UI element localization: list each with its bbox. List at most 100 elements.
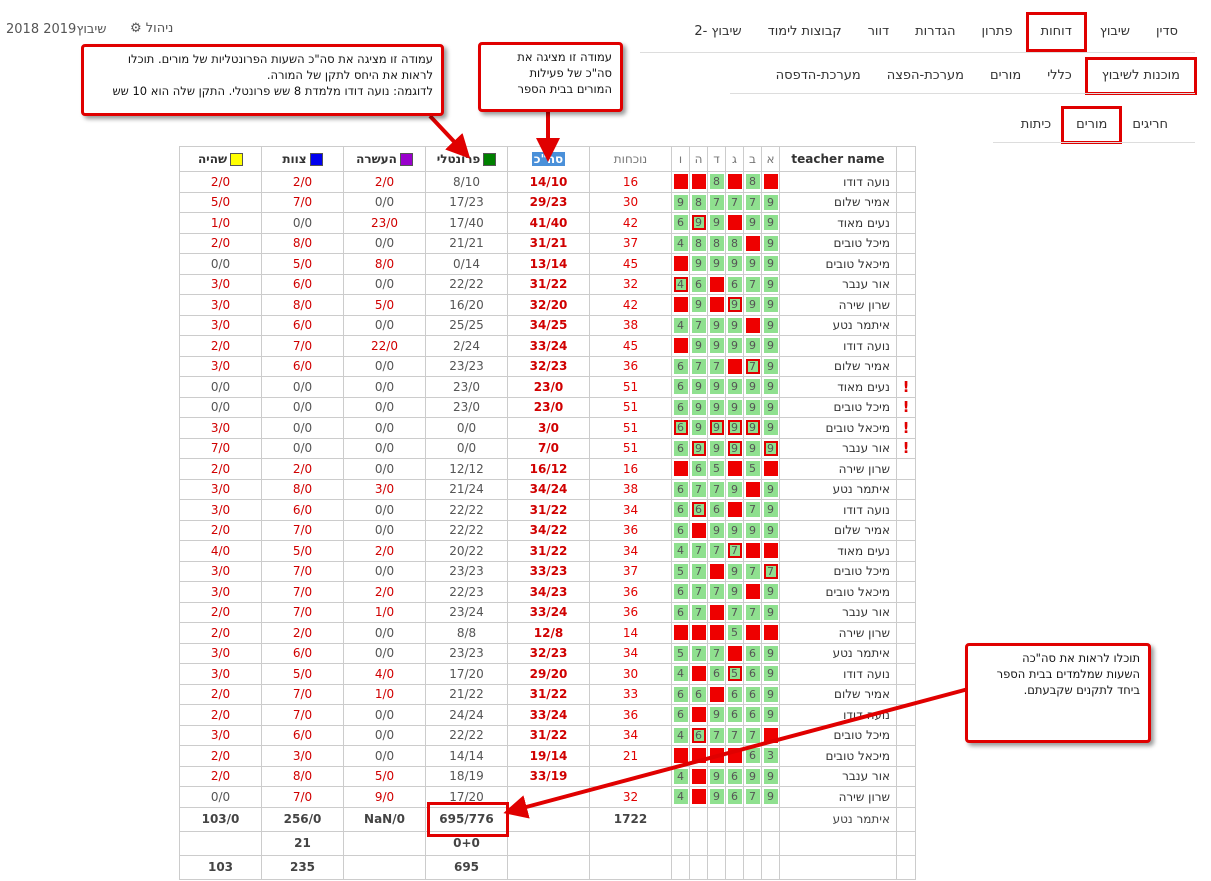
day-slot[interactable]: 7 [709, 543, 724, 559]
teacher-name[interactable]: איתמר נטע [779, 478, 897, 500]
day-cell[interactable]: 9 [761, 437, 780, 459]
day-slot[interactable]: 7 [745, 563, 760, 579]
day-cell[interactable]: 9 [725, 396, 744, 418]
day-cell[interactable]: 4 [671, 232, 690, 254]
table-row[interactable]: שרון שירה 9 9 9 9 42 32/20 16/20 5/0 8/0 3/0 [179, 294, 916, 316]
day-cell[interactable]: 9 [761, 355, 780, 377]
day-slot[interactable]: 7 [709, 358, 724, 374]
tab-distribution[interactable]: מערכת-הפצה [874, 58, 977, 94]
day-slot[interactable] [691, 748, 706, 764]
day-cell[interactable]: 9 [761, 212, 780, 234]
day-slot[interactable]: 9 [745, 768, 760, 784]
day-cell[interactable]: 9 [743, 437, 762, 459]
day-cell[interactable]: 9 [761, 581, 780, 603]
day-cell[interactable]: 9 [761, 335, 780, 357]
nav-solution[interactable]: פתרון [969, 12, 1026, 52]
day-slot[interactable]: 9 [745, 379, 760, 395]
day-slot[interactable]: 9 [763, 399, 778, 415]
day-cell[interactable]: 9 [761, 478, 780, 500]
day-slot[interactable]: 7 [691, 604, 706, 620]
day-slot[interactable]: 6 [709, 502, 724, 518]
table-row[interactable]: אמיר שלום 9 9 9 9 6 36 34/22 22/22 0/0 7/0 2/0 [179, 519, 916, 541]
day-cell[interactable]: 6 [725, 683, 744, 705]
day-cell[interactable]: 4 [671, 314, 690, 336]
day-slot[interactable]: 9 [763, 379, 778, 395]
day-slot[interactable] [673, 256, 688, 272]
day-slot[interactable]: 6 [673, 481, 688, 497]
day-slot[interactable]: 7 [727, 543, 742, 559]
nav-shibutz[interactable]: שיבוץ [1087, 12, 1143, 52]
day-cell[interactable] [761, 171, 780, 193]
day-cell[interactable]: 9 [761, 765, 780, 787]
day-slot[interactable]: 9 [745, 338, 760, 354]
teacher-name[interactable]: מיכאל טובים [779, 581, 897, 603]
day-cell[interactable]: 9 [689, 335, 708, 357]
day-slot[interactable]: 9 [727, 584, 742, 600]
day-slot[interactable]: 9 [727, 399, 742, 415]
tab-general[interactable]: כללי [1034, 58, 1085, 94]
day-cell[interactable]: 9 [707, 704, 726, 726]
day-cell[interactable]: 7 [743, 355, 762, 377]
admin-link[interactable]: ⚙ ניהול [130, 21, 173, 36]
day-cell[interactable]: 9 [725, 581, 744, 603]
day-slot[interactable]: 9 [691, 297, 706, 313]
day-slot[interactable] [709, 686, 724, 702]
day-slot[interactable]: 3 [763, 748, 778, 764]
day-slot[interactable]: 9 [745, 440, 760, 456]
day-slot[interactable]: 4 [673, 276, 688, 292]
day-cell[interactable]: 9 [689, 437, 708, 459]
day-slot[interactable]: 9 [709, 420, 724, 436]
day-slot[interactable]: 5 [673, 563, 688, 579]
enrichment-header[interactable]: העשרה [343, 146, 426, 172]
day-slot[interactable]: 6 [673, 215, 688, 231]
day-slot[interactable]: 9 [727, 420, 742, 436]
day-slot[interactable] [691, 666, 706, 682]
day-slot[interactable]: 6 [691, 727, 706, 743]
day-cell[interactable] [689, 745, 708, 767]
day-cell[interactable] [707, 622, 726, 644]
day-cell[interactable] [725, 212, 744, 234]
day-slot[interactable] [709, 297, 724, 313]
day-slot[interactable]: 7 [709, 727, 724, 743]
day-cell[interactable]: 6 [725, 765, 744, 787]
day-cell[interactable]: 9 [761, 294, 780, 316]
nav-shibutz-2[interactable]: שיבוץ -2 [681, 12, 754, 52]
day-slot[interactable]: 7 [763, 563, 778, 579]
day-cell[interactable]: 9 [761, 232, 780, 254]
day-cell[interactable]: 9 [689, 376, 708, 398]
table-row[interactable]: מיכאל טובים 3 6 21 19/14 14/14 0/0 3/0 2/0 [179, 745, 916, 767]
day-slot[interactable] [673, 297, 688, 313]
day-slot[interactable] [727, 502, 742, 518]
nav-settings[interactable]: הגדרות [902, 12, 968, 52]
day-slot[interactable]: 9 [745, 420, 760, 436]
day-slot[interactable] [727, 215, 742, 231]
day-slot[interactable]: 6 [727, 789, 742, 805]
day-cell[interactable]: 7 [689, 478, 708, 500]
day-slot[interactable]: 7 [709, 194, 724, 210]
day-slot[interactable]: 5 [745, 461, 760, 477]
day-cell[interactable]: 7 [689, 314, 708, 336]
day-slot[interactable]: 4 [673, 317, 688, 333]
day-slot[interactable]: 9 [727, 317, 742, 333]
day-cell[interactable]: 9 [689, 417, 708, 439]
day-slot[interactable]: 6 [727, 686, 742, 702]
day-cell[interactable]: 7 [743, 499, 762, 521]
day-cell[interactable]: 7 [707, 540, 726, 562]
day-cell[interactable]: 9 [707, 519, 726, 541]
day-slot[interactable]: 9 [727, 297, 742, 313]
table-row[interactable]: איתמר נטע 9 9 9 7 4 38 34/25 25/25 0/0 6/0 3/0 [179, 314, 916, 336]
day-slot[interactable]: 6 [673, 604, 688, 620]
day-cell[interactable]: 6 [671, 683, 690, 705]
day-cell[interactable]: 4 [671, 724, 690, 746]
day-cell[interactable]: 9 [761, 786, 780, 808]
day-cell[interactable]: 9 [707, 396, 726, 418]
day-cell[interactable]: 9 [725, 314, 744, 336]
day-slot[interactable]: 6 [673, 707, 688, 723]
day-slot[interactable]: 6 [673, 686, 688, 702]
day-cell[interactable]: 6 [671, 437, 690, 459]
day-slot[interactable]: 4 [673, 768, 688, 784]
day-slot[interactable] [673, 625, 688, 641]
day-slot[interactable]: 4 [673, 666, 688, 682]
tab-exceptions[interactable]: חריגים [1122, 107, 1178, 143]
day-cell[interactable] [743, 478, 762, 500]
